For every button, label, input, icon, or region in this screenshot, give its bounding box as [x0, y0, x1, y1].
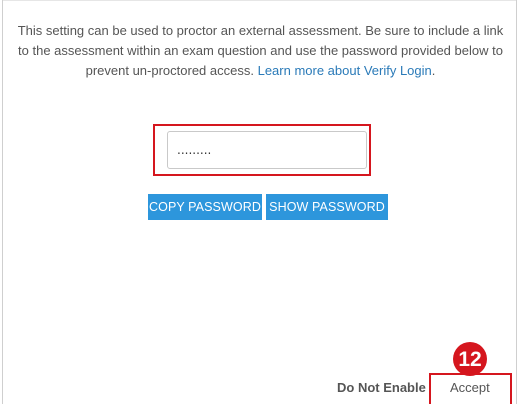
show-password-button[interactable]: SHOW PASSWORD [266, 194, 388, 220]
copy-password-button[interactable]: COPY PASSWORD [148, 194, 262, 220]
accept-button[interactable]: Accept [450, 380, 490, 395]
step-number-badge: 12 [453, 342, 487, 376]
badge-number: 12 [458, 348, 481, 371]
do-not-enable-button[interactable]: Do Not Enable [337, 380, 426, 395]
password-field[interactable] [167, 131, 367, 169]
description-trailing: . [431, 63, 436, 78]
learn-more-link[interactable]: Learn more about Verify Login [258, 63, 432, 78]
description-text: This setting can be used to proctor an e… [17, 21, 504, 81]
divider [3, 0, 516, 1]
